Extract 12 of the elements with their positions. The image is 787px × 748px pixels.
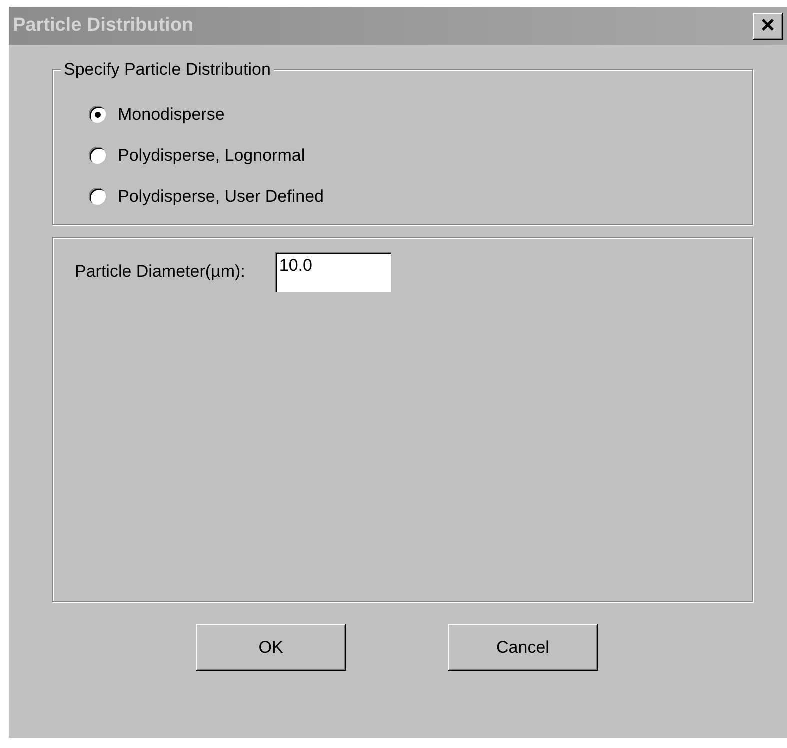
close-button[interactable]: ×	[753, 12, 783, 40]
window-title: Particle Distribution	[13, 14, 194, 38]
radio-label[interactable]: Polydisperse, Lognormal	[118, 142, 306, 168]
radio-button[interactable]	[89, 147, 106, 164]
cancel-button[interactable]: Cancel	[448, 624, 598, 671]
radio-button[interactable]	[89, 188, 106, 205]
radio-label[interactable]: Monodisperse	[118, 102, 225, 128]
input-field[interactable]: 10.0	[275, 252, 392, 292]
radio-label[interactable]: Polydisperse, User Defined	[118, 184, 324, 210]
field-label: Particle Diameter(µm):	[75, 261, 246, 284]
radio-button[interactable]	[89, 106, 106, 123]
ok-button[interactable]: OK	[196, 624, 346, 671]
